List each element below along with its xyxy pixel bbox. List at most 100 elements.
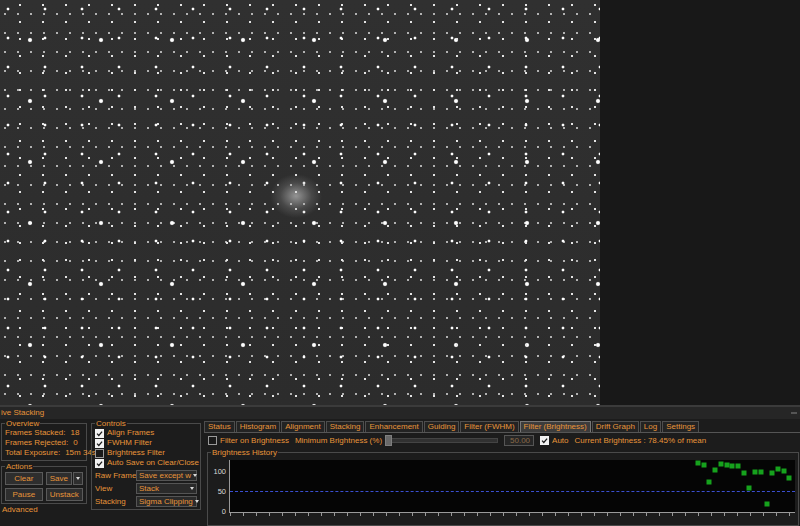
tab[interactable]: Enhancement <box>365 421 422 432</box>
checkbox-label: Auto <box>552 436 568 446</box>
dropdown-arrow-icon <box>195 500 199 503</box>
checkbox[interactable] <box>540 436 549 445</box>
overview-label: Frames Stacked: <box>5 428 65 438</box>
data-point <box>747 485 752 490</box>
save-menu-button[interactable] <box>73 472 83 485</box>
chart-title: Brightness History <box>211 448 278 457</box>
slider-thumb[interactable] <box>385 435 392 446</box>
tab[interactable]: Guiding <box>424 421 460 432</box>
checkbox-label: Filter on Brightness <box>220 436 289 446</box>
checkbox-row[interactable]: FWHM Filter <box>95 438 197 448</box>
checkbox-label: FWHM Filter <box>107 438 152 448</box>
live-stacking-panel: OverviewFrames Stacked: 18Frames Rejected… <box>0 419 800 526</box>
checkbox-label: Align Frames <box>107 428 154 438</box>
checkbox-row[interactable]: Brightness Filter <box>95 448 197 458</box>
auto-checkbox-row[interactable]: Auto <box>540 436 568 446</box>
advanced-group[interactable]: Advanced <box>0 505 88 515</box>
tab[interactable]: Drift Graph <box>592 421 639 432</box>
group-title: Controls <box>95 419 127 428</box>
chart-body: 100500 <box>211 457 795 518</box>
overview-row: Frames Rejected: 0 <box>5 438 83 448</box>
title-bar: ive Stacking <box>0 407 800 419</box>
select-label: View <box>95 484 133 494</box>
checkbox[interactable] <box>208 436 217 445</box>
data-point <box>764 502 769 507</box>
dropdown-value: Sigma Clipping <box>139 497 193 506</box>
checkbox-label: Auto Save on Clear/Close <box>107 458 199 468</box>
checkbox-row[interactable]: Auto Save on Clear/Close <box>95 458 197 468</box>
data-point <box>713 468 718 473</box>
group-title: Actions <box>5 462 33 471</box>
filter-checkbox-row[interactable]: Filter on Brightness <box>208 436 289 446</box>
brightness-history-chart: Brightness History 100500 <box>207 448 799 526</box>
data-point <box>775 467 780 472</box>
tab[interactable]: Filter (Brightness) <box>520 421 591 432</box>
y-axis: 100500 <box>211 460 229 512</box>
checkbox[interactable] <box>95 439 104 448</box>
x-axis-ticks <box>230 513 795 516</box>
minimum-value-field[interactable]: 50.00 <box>504 435 534 446</box>
overview-label: Frames Rejected: <box>5 438 68 448</box>
data-point <box>787 475 792 480</box>
stacked-image <box>0 0 600 405</box>
tabs-column: StatusHistogramAlignmentStackingEnhancem… <box>204 419 800 526</box>
tab-bar: StatusHistogramAlignmentStackingEnhancem… <box>204 421 800 433</box>
overview-group: OverviewFrames Stacked: 18Frames Rejected… <box>1 419 87 461</box>
overview-label: Total Exposure: <box>5 448 60 458</box>
select-row: Stacking Sigma Clipping <box>95 496 197 507</box>
tab[interactable]: Status <box>204 421 235 432</box>
tab[interactable]: Histogram <box>236 421 280 432</box>
unstack-button[interactable]: Unstack <box>46 488 84 501</box>
dropdown-arrow-icon <box>193 474 197 477</box>
data-point <box>735 464 740 469</box>
check-icon <box>96 460 103 467</box>
check-icon <box>96 430 103 437</box>
data-point <box>741 470 746 475</box>
controls-group: ControlsAlign FramesFWHM FilterBrightnes… <box>91 419 201 510</box>
data-point <box>753 470 758 475</box>
brightness-slider[interactable] <box>388 438 498 443</box>
data-point <box>707 480 712 485</box>
data-point <box>770 470 775 475</box>
data-point <box>696 460 701 465</box>
dropdown-arrow-icon <box>190 487 194 490</box>
checkbox[interactable] <box>95 459 104 468</box>
empty-area <box>600 0 800 405</box>
overview-value: 18 <box>70 428 79 438</box>
clear-button[interactable]: Clear <box>5 472 43 485</box>
image-area <box>0 0 800 405</box>
data-point <box>781 469 786 474</box>
checkbox[interactable] <box>95 429 104 438</box>
dropdown[interactable]: Stack <box>136 483 197 494</box>
y-tick: 0 <box>222 508 226 516</box>
pause-button[interactable]: Pause <box>5 488 43 501</box>
actions-buttons: ClearSavePauseUnstack <box>5 471 83 501</box>
dropdown[interactable]: Save except w <box>136 470 197 481</box>
dropdown-value: Save except w <box>139 471 191 480</box>
overview-row: Total Exposure:15m 34s <box>5 448 83 458</box>
tab[interactable]: Settings <box>662 421 699 432</box>
data-point <box>718 462 723 467</box>
tab[interactable]: Log <box>640 421 661 432</box>
tab[interactable]: Alignment <box>281 421 325 432</box>
tab[interactable]: Stacking <box>326 421 365 432</box>
group-title: Overview <box>5 419 40 428</box>
select-row: View Stack <box>95 483 197 494</box>
dropdown-value: Stack <box>139 484 159 493</box>
grip-icon[interactable] <box>791 412 797 414</box>
select-label: Raw Frames <box>95 471 133 481</box>
tab[interactable]: Filter (FWHM) <box>460 421 518 432</box>
current-brightness: Current Brightness : 78.45% of mean <box>575 436 707 446</box>
checkbox[interactable] <box>95 449 104 458</box>
select-label: Stacking <box>95 497 133 507</box>
plot-area <box>229 460 795 513</box>
overview-value: 0 <box>73 438 77 448</box>
actions-group: ActionsClearSavePauseUnstack <box>1 462 87 504</box>
data-point <box>758 470 763 475</box>
save-button[interactable]: Save <box>46 472 73 485</box>
dropdown[interactable]: Sigma Clipping <box>136 496 197 507</box>
y-tick: 50 <box>218 488 226 496</box>
check-icon <box>96 440 103 447</box>
check-icon <box>541 437 548 444</box>
checkbox-row[interactable]: Align Frames <box>95 428 197 438</box>
